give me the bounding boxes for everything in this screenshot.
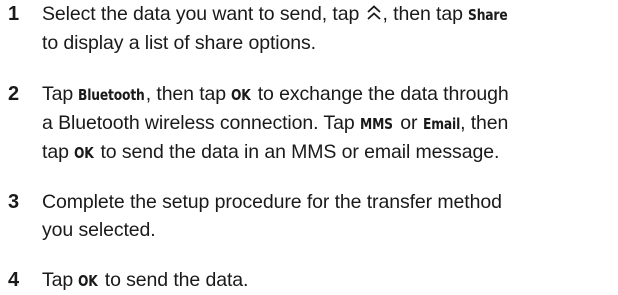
- text-line: Complete the setup procedure for the tra…: [42, 188, 614, 216]
- email-keyword: Email: [422, 115, 460, 133]
- text-run: Select the data you want to send, tap: [42, 3, 360, 25]
- step-number: 3: [8, 191, 20, 213]
- text-run: a Bluetooth wireless connection. Tap: [42, 112, 355, 134]
- text-run: you selected.: [42, 219, 156, 241]
- step-number: 2: [8, 83, 20, 105]
- text-run: Tap: [42, 269, 74, 291]
- text-run: , then: [460, 112, 509, 134]
- step-number: 4: [8, 269, 20, 291]
- double-chevron-up-icon: [366, 5, 381, 20]
- text-run: to send the data in an MMS or email mess…: [100, 141, 500, 163]
- bluetooth-keyword: Bluetooth: [78, 86, 146, 104]
- ok-keyword: OK: [78, 272, 99, 290]
- text-run: to send the data.: [104, 269, 249, 291]
- text-run: Tap: [42, 83, 74, 105]
- text-run: tap: [42, 141, 69, 163]
- text-run: , then tap: [145, 83, 227, 105]
- text-run: Complete the setup procedure for the tra…: [42, 191, 502, 213]
- step-text: Tap Bluetooth, then tap OK to exchange t…: [42, 80, 614, 167]
- text-line: tap OK to send the data in an MMS or ema…: [42, 138, 614, 167]
- step-text: Tap OK to send the data.: [42, 266, 614, 295]
- text-run: or: [400, 112, 418, 134]
- text-line: Select the data you want to send, tap , …: [42, 0, 614, 29]
- text-line: Tap Bluetooth, then tap OK to exchange t…: [42, 80, 614, 109]
- text-line: a Bluetooth wireless connection. Tap MMS…: [42, 109, 614, 138]
- text-run: to display a list of share options.: [42, 32, 316, 54]
- step-text: Select the data you want to send, tap , …: [42, 0, 614, 57]
- text-line: Tap OK to send the data.: [42, 266, 614, 295]
- text-line: to display a list of share options.: [42, 29, 614, 57]
- text-run: to exchange the data through: [257, 83, 509, 105]
- step-number: 1: [8, 3, 20, 25]
- mms-keyword: MMS: [359, 115, 393, 133]
- text-run: , then tap: [382, 3, 463, 25]
- ok-keyword: OK: [74, 144, 94, 162]
- instruction-steps: 1 Select the data you want to send, tap …: [0, 0, 618, 295]
- text-line: you selected.: [42, 216, 614, 244]
- share-keyword: Share: [468, 6, 508, 24]
- step-text: Complete the setup procedure for the tra…: [42, 188, 614, 244]
- ok-keyword: OK: [231, 86, 252, 104]
